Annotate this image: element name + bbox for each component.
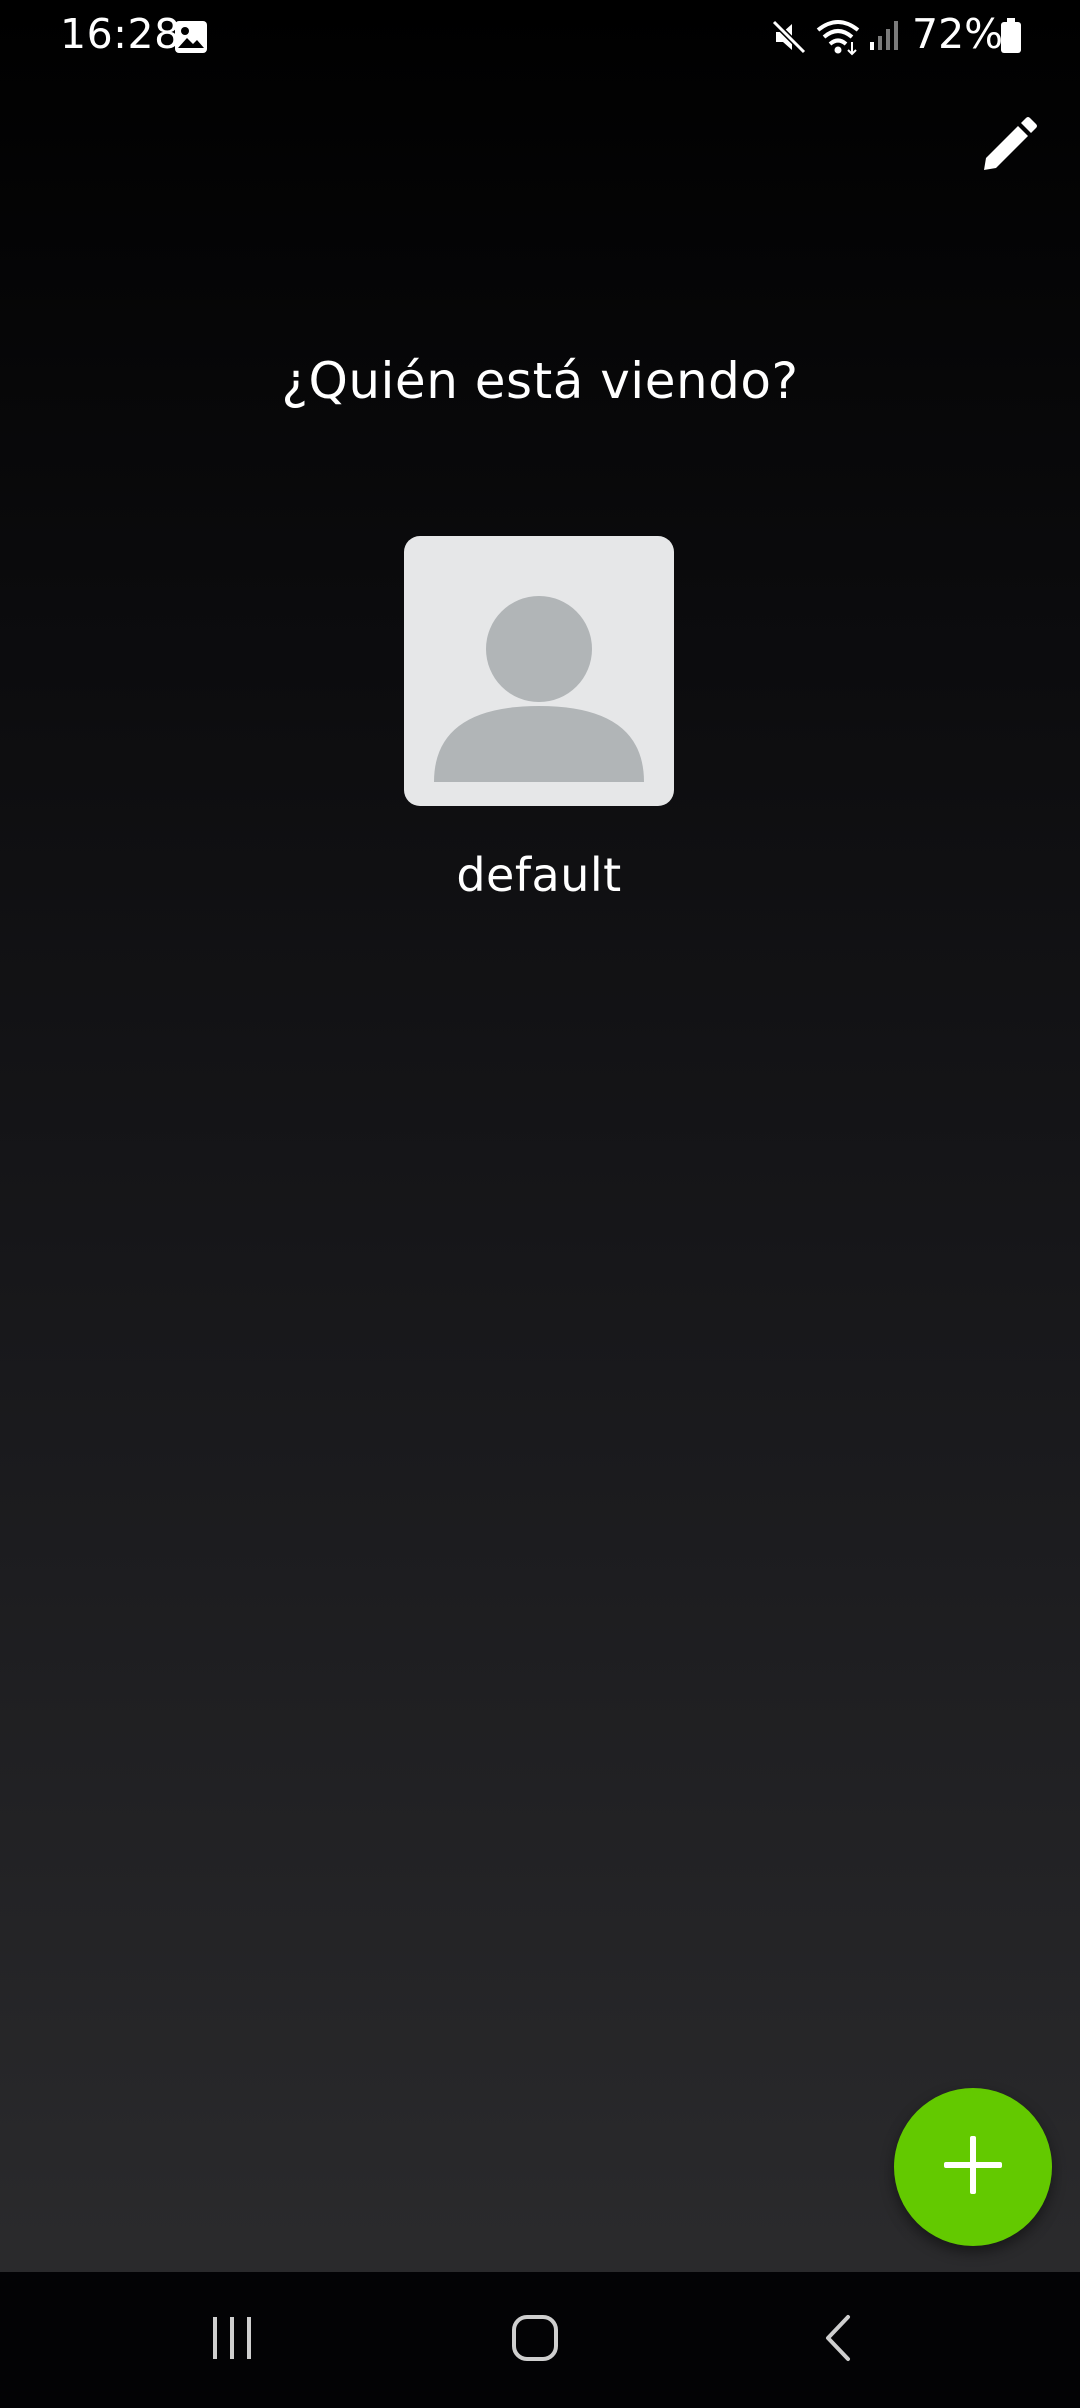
avatar[interactable]	[404, 536, 674, 806]
wifi-icon	[814, 16, 862, 60]
home-icon	[510, 2313, 560, 2367]
back-button[interactable]	[758, 2272, 918, 2408]
page-title: ¿Quién está viendo?	[281, 352, 799, 410]
signal-icon	[868, 18, 902, 56]
edit-profiles-button[interactable]	[970, 110, 1046, 186]
app-screen: 16:28 72% ¿Quién está viendo? default	[0, 0, 1080, 2408]
profile-default[interactable]: default	[404, 536, 676, 902]
battery-icon	[1000, 18, 1022, 58]
status-bar: 16:28 72%	[0, 0, 1080, 74]
status-time: 16:28	[60, 10, 181, 58]
plus-icon	[942, 2134, 1004, 2200]
back-icon	[818, 2313, 858, 2367]
default-person-icon	[434, 596, 644, 782]
recent-apps-icon	[209, 2315, 255, 2365]
mute-icon	[770, 18, 808, 60]
recent-apps-button[interactable]	[152, 2272, 312, 2408]
home-button[interactable]	[455, 2272, 615, 2408]
gallery-icon	[174, 20, 208, 54]
profile-name: default	[456, 848, 622, 902]
battery-percent: 72%	[912, 10, 1004, 58]
add-profile-button[interactable]	[894, 2088, 1052, 2246]
pencil-icon	[978, 116, 1038, 180]
system-nav-bar	[0, 2272, 1080, 2408]
